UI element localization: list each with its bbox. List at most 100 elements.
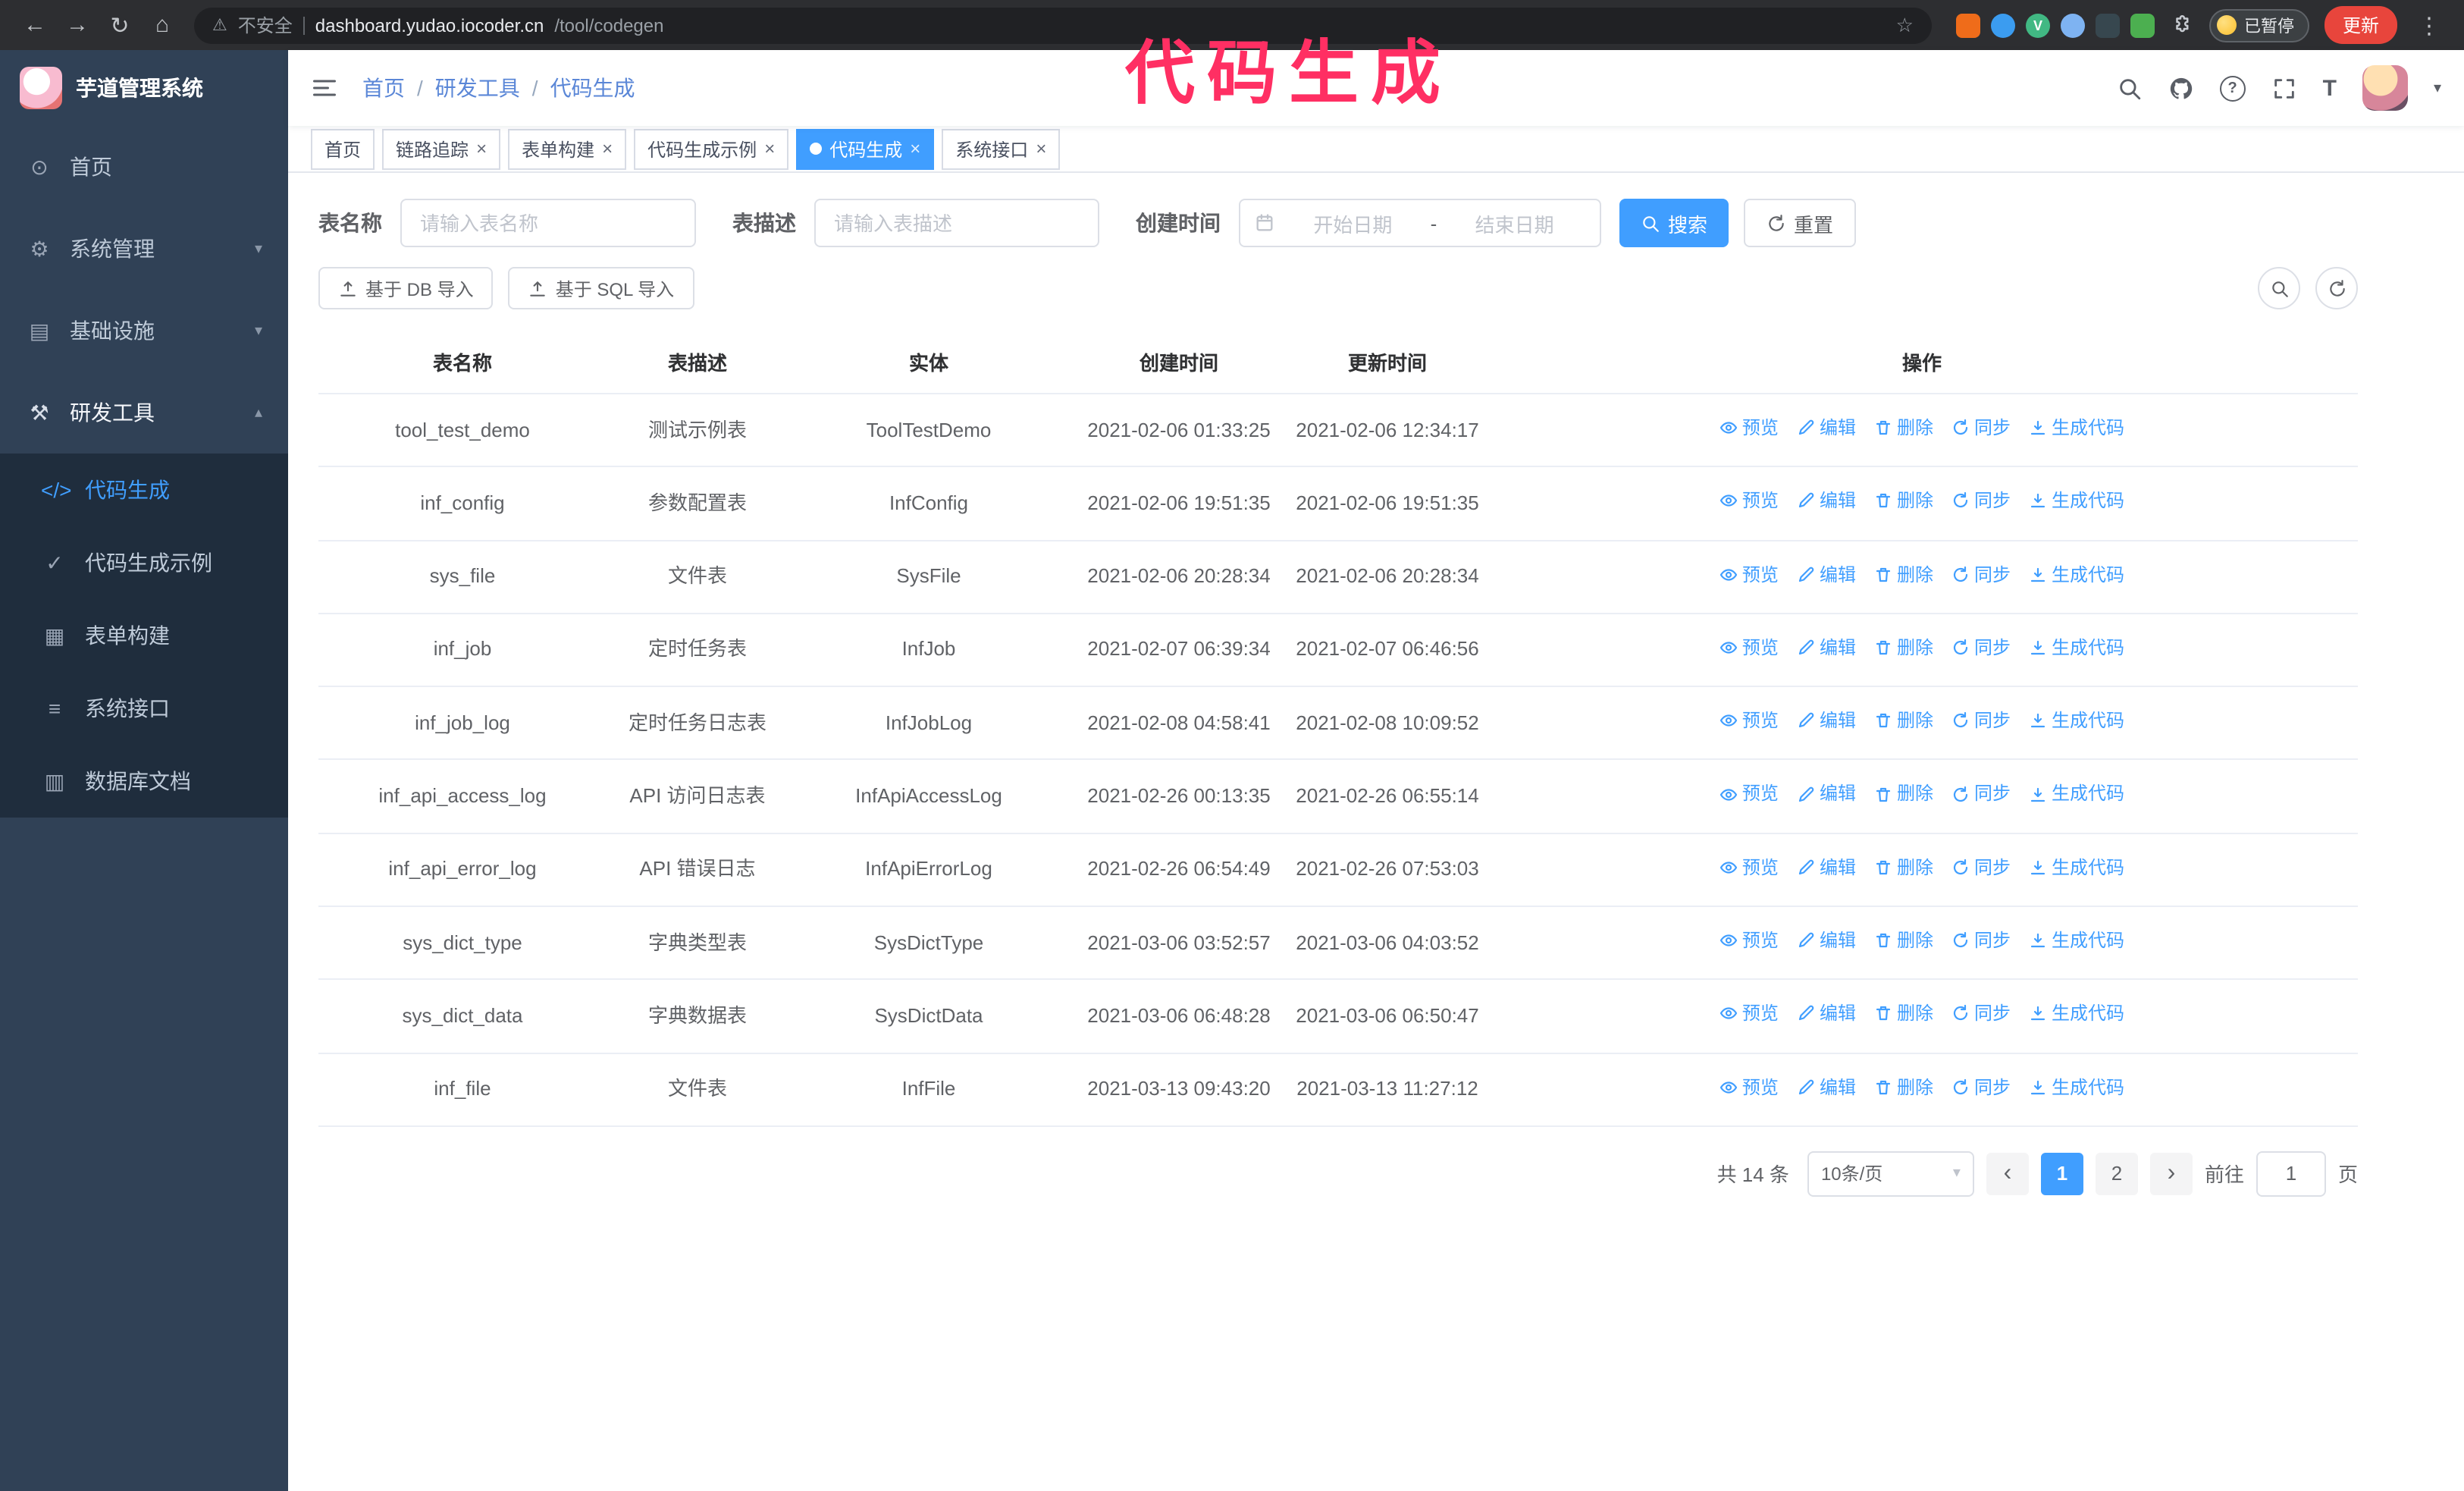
create-time-range-picker[interactable]: 开始日期 - 结束日期 bbox=[1239, 199, 1601, 247]
sync-link[interactable]: 同步 bbox=[1951, 705, 2011, 736]
app-logo-block[interactable]: 芋道管理系统 bbox=[0, 50, 288, 126]
sync-link[interactable]: 同步 bbox=[1951, 559, 2011, 590]
dev-dark-extension-icon[interactable] bbox=[2095, 13, 2120, 37]
github-icon[interactable] bbox=[2168, 75, 2194, 101]
preview-link[interactable]: 预览 bbox=[1719, 413, 1779, 444]
preview-link[interactable]: 预览 bbox=[1719, 852, 1779, 883]
generate-code-link[interactable]: 生成代码 bbox=[2029, 779, 2124, 810]
breadcrumb-item-home[interactable]: 首页 bbox=[362, 73, 405, 103]
sidebar-subitem-form-builder[interactable]: ▦ 表单构建 bbox=[0, 599, 288, 672]
sync-link[interactable]: 同步 bbox=[1951, 925, 2011, 956]
preview-link[interactable]: 预览 bbox=[1719, 486, 1779, 517]
sidebar-item-infra[interactable]: ▤ 基础设施 ▾ bbox=[0, 290, 288, 372]
people-extension-icon[interactable] bbox=[2060, 13, 2085, 37]
fox-extension-icon[interactable] bbox=[1955, 13, 1980, 37]
sidebar-subitem-codegen-example[interactable]: ✓ 代码生成示例 bbox=[0, 526, 288, 599]
close-tab-icon[interactable]: × bbox=[1036, 140, 1046, 158]
drop-extension-icon[interactable] bbox=[1990, 13, 2015, 37]
next-page-button[interactable]: › bbox=[2149, 1152, 2193, 1195]
edit-link[interactable]: 编辑 bbox=[1797, 999, 1856, 1030]
page-1-button[interactable]: 1 bbox=[2040, 1152, 2083, 1195]
import-db-button[interactable]: 基于 DB 导入 bbox=[318, 267, 494, 309]
delete-link[interactable]: 删除 bbox=[1874, 852, 1933, 883]
sync-link[interactable]: 同步 bbox=[1951, 852, 2011, 883]
breadcrumb-item-devtools[interactable]: 研发工具 bbox=[435, 73, 520, 103]
browser-update-button[interactable]: 更新 bbox=[2324, 6, 2397, 44]
generate-code-link[interactable]: 生成代码 bbox=[2029, 852, 2124, 883]
page-2-button[interactable]: 2 bbox=[2095, 1152, 2138, 1195]
delete-link[interactable]: 删除 bbox=[1874, 632, 1933, 664]
generate-code-link[interactable]: 生成代码 bbox=[2029, 925, 2124, 956]
generate-code-link[interactable]: 生成代码 bbox=[2029, 999, 2124, 1030]
sync-link[interactable]: 同步 bbox=[1951, 632, 2011, 664]
url-bar[interactable]: ⚠ 不安全 dashboard.yudao.iocoder.cn/tool/co… bbox=[194, 7, 1932, 43]
close-tab-icon[interactable]: × bbox=[602, 140, 613, 158]
browser-home-icon[interactable]: ⌂ bbox=[143, 5, 182, 45]
edit-link[interactable]: 编辑 bbox=[1797, 413, 1856, 444]
user-avatar[interactable] bbox=[2362, 65, 2408, 111]
delete-link[interactable]: 删除 bbox=[1874, 559, 1933, 590]
back-icon[interactable]: ← bbox=[15, 5, 55, 45]
forward-icon[interactable]: → bbox=[58, 5, 97, 45]
caret-down-icon[interactable]: ▾ bbox=[2434, 80, 2441, 96]
profile-chip[interactable]: 已暂停 bbox=[2209, 8, 2309, 42]
help-icon[interactable]: ? bbox=[2219, 75, 2246, 101]
generate-code-link[interactable]: 生成代码 bbox=[2029, 486, 2124, 517]
preview-link[interactable]: 预览 bbox=[1719, 632, 1779, 664]
import-sql-button[interactable]: 基于 SQL 导入 bbox=[508, 267, 694, 309]
delete-link[interactable]: 删除 bbox=[1874, 999, 1933, 1030]
extensions-puzzle-icon[interactable] bbox=[2171, 14, 2194, 36]
tab-api[interactable]: 系统接口 × bbox=[942, 128, 1061, 169]
edit-link[interactable]: 编辑 bbox=[1797, 632, 1856, 664]
reset-button[interactable]: 重置 bbox=[1744, 199, 1857, 247]
green-tool-extension-icon[interactable] bbox=[2130, 13, 2155, 37]
vue-devtools-extension-icon[interactable]: V bbox=[2025, 13, 2050, 37]
tab-codegen-example[interactable]: 代码生成示例 × bbox=[634, 128, 789, 169]
preview-link[interactable]: 预览 bbox=[1719, 779, 1779, 810]
close-tab-icon[interactable]: × bbox=[764, 140, 775, 158]
page-size-select[interactable]: 10条/页 ▾ bbox=[1807, 1150, 1974, 1197]
tab-codegen[interactable]: 代码生成 × bbox=[796, 128, 935, 169]
close-tab-icon[interactable]: × bbox=[910, 140, 920, 158]
font-size-icon[interactable]: T bbox=[2323, 75, 2337, 101]
tab-home[interactable]: 首页 bbox=[311, 128, 375, 169]
search-button[interactable]: 搜索 bbox=[1619, 199, 1729, 247]
edit-link[interactable]: 编辑 bbox=[1797, 705, 1856, 736]
delete-link[interactable]: 删除 bbox=[1874, 1072, 1933, 1103]
preview-link[interactable]: 预览 bbox=[1719, 559, 1779, 590]
delete-link[interactable]: 删除 bbox=[1874, 413, 1933, 444]
edit-link[interactable]: 编辑 bbox=[1797, 1072, 1856, 1103]
sync-link[interactable]: 同步 bbox=[1951, 486, 2011, 517]
edit-link[interactable]: 编辑 bbox=[1797, 559, 1856, 590]
sync-link[interactable]: 同步 bbox=[1951, 779, 2011, 810]
preview-link[interactable]: 预览 bbox=[1719, 705, 1779, 736]
generate-code-link[interactable]: 生成代码 bbox=[2029, 632, 2124, 664]
search-icon[interactable] bbox=[2117, 75, 2143, 101]
sidebar-subitem-api[interactable]: ≡ 系统接口 bbox=[0, 672, 288, 745]
prev-page-button[interactable]: ‹ bbox=[1986, 1152, 2029, 1195]
edit-link[interactable]: 编辑 bbox=[1797, 779, 1856, 810]
sidebar-item-home[interactable]: ⊙ 首页 bbox=[0, 126, 288, 208]
fullscreen-icon[interactable] bbox=[2271, 75, 2297, 101]
refresh-table-button[interactable] bbox=[2315, 267, 2358, 309]
delete-link[interactable]: 删除 bbox=[1874, 925, 1933, 956]
edit-link[interactable]: 编辑 bbox=[1797, 925, 1856, 956]
generate-code-link[interactable]: 生成代码 bbox=[2029, 413, 2124, 444]
goto-page-input[interactable] bbox=[2256, 1150, 2326, 1197]
browser-menu-kebab-icon[interactable]: ⋮ bbox=[2409, 5, 2449, 45]
generate-code-link[interactable]: 生成代码 bbox=[2029, 705, 2124, 736]
close-tab-icon[interactable]: × bbox=[476, 140, 487, 158]
sidebar-item-system[interactable]: ⚙ 系统管理 ▾ bbox=[0, 208, 288, 290]
bookmark-star-icon[interactable]: ☆ bbox=[1896, 13, 1914, 37]
table-name-input[interactable] bbox=[400, 199, 696, 247]
sidebar-subitem-codegen[interactable]: </> 代码生成 bbox=[0, 454, 288, 526]
generate-code-link[interactable]: 生成代码 bbox=[2029, 1072, 2124, 1103]
table-desc-input[interactable] bbox=[814, 199, 1099, 247]
edit-link[interactable]: 编辑 bbox=[1797, 852, 1856, 883]
tab-tracer[interactable]: 链路追踪 × bbox=[382, 128, 501, 169]
edit-link[interactable]: 编辑 bbox=[1797, 486, 1856, 517]
toggle-search-button[interactable] bbox=[2258, 267, 2300, 309]
sync-link[interactable]: 同步 bbox=[1951, 999, 2011, 1030]
sidebar-item-devtools[interactable]: ⚒ 研发工具 ▴ bbox=[0, 372, 288, 454]
sync-link[interactable]: 同步 bbox=[1951, 1072, 2011, 1103]
